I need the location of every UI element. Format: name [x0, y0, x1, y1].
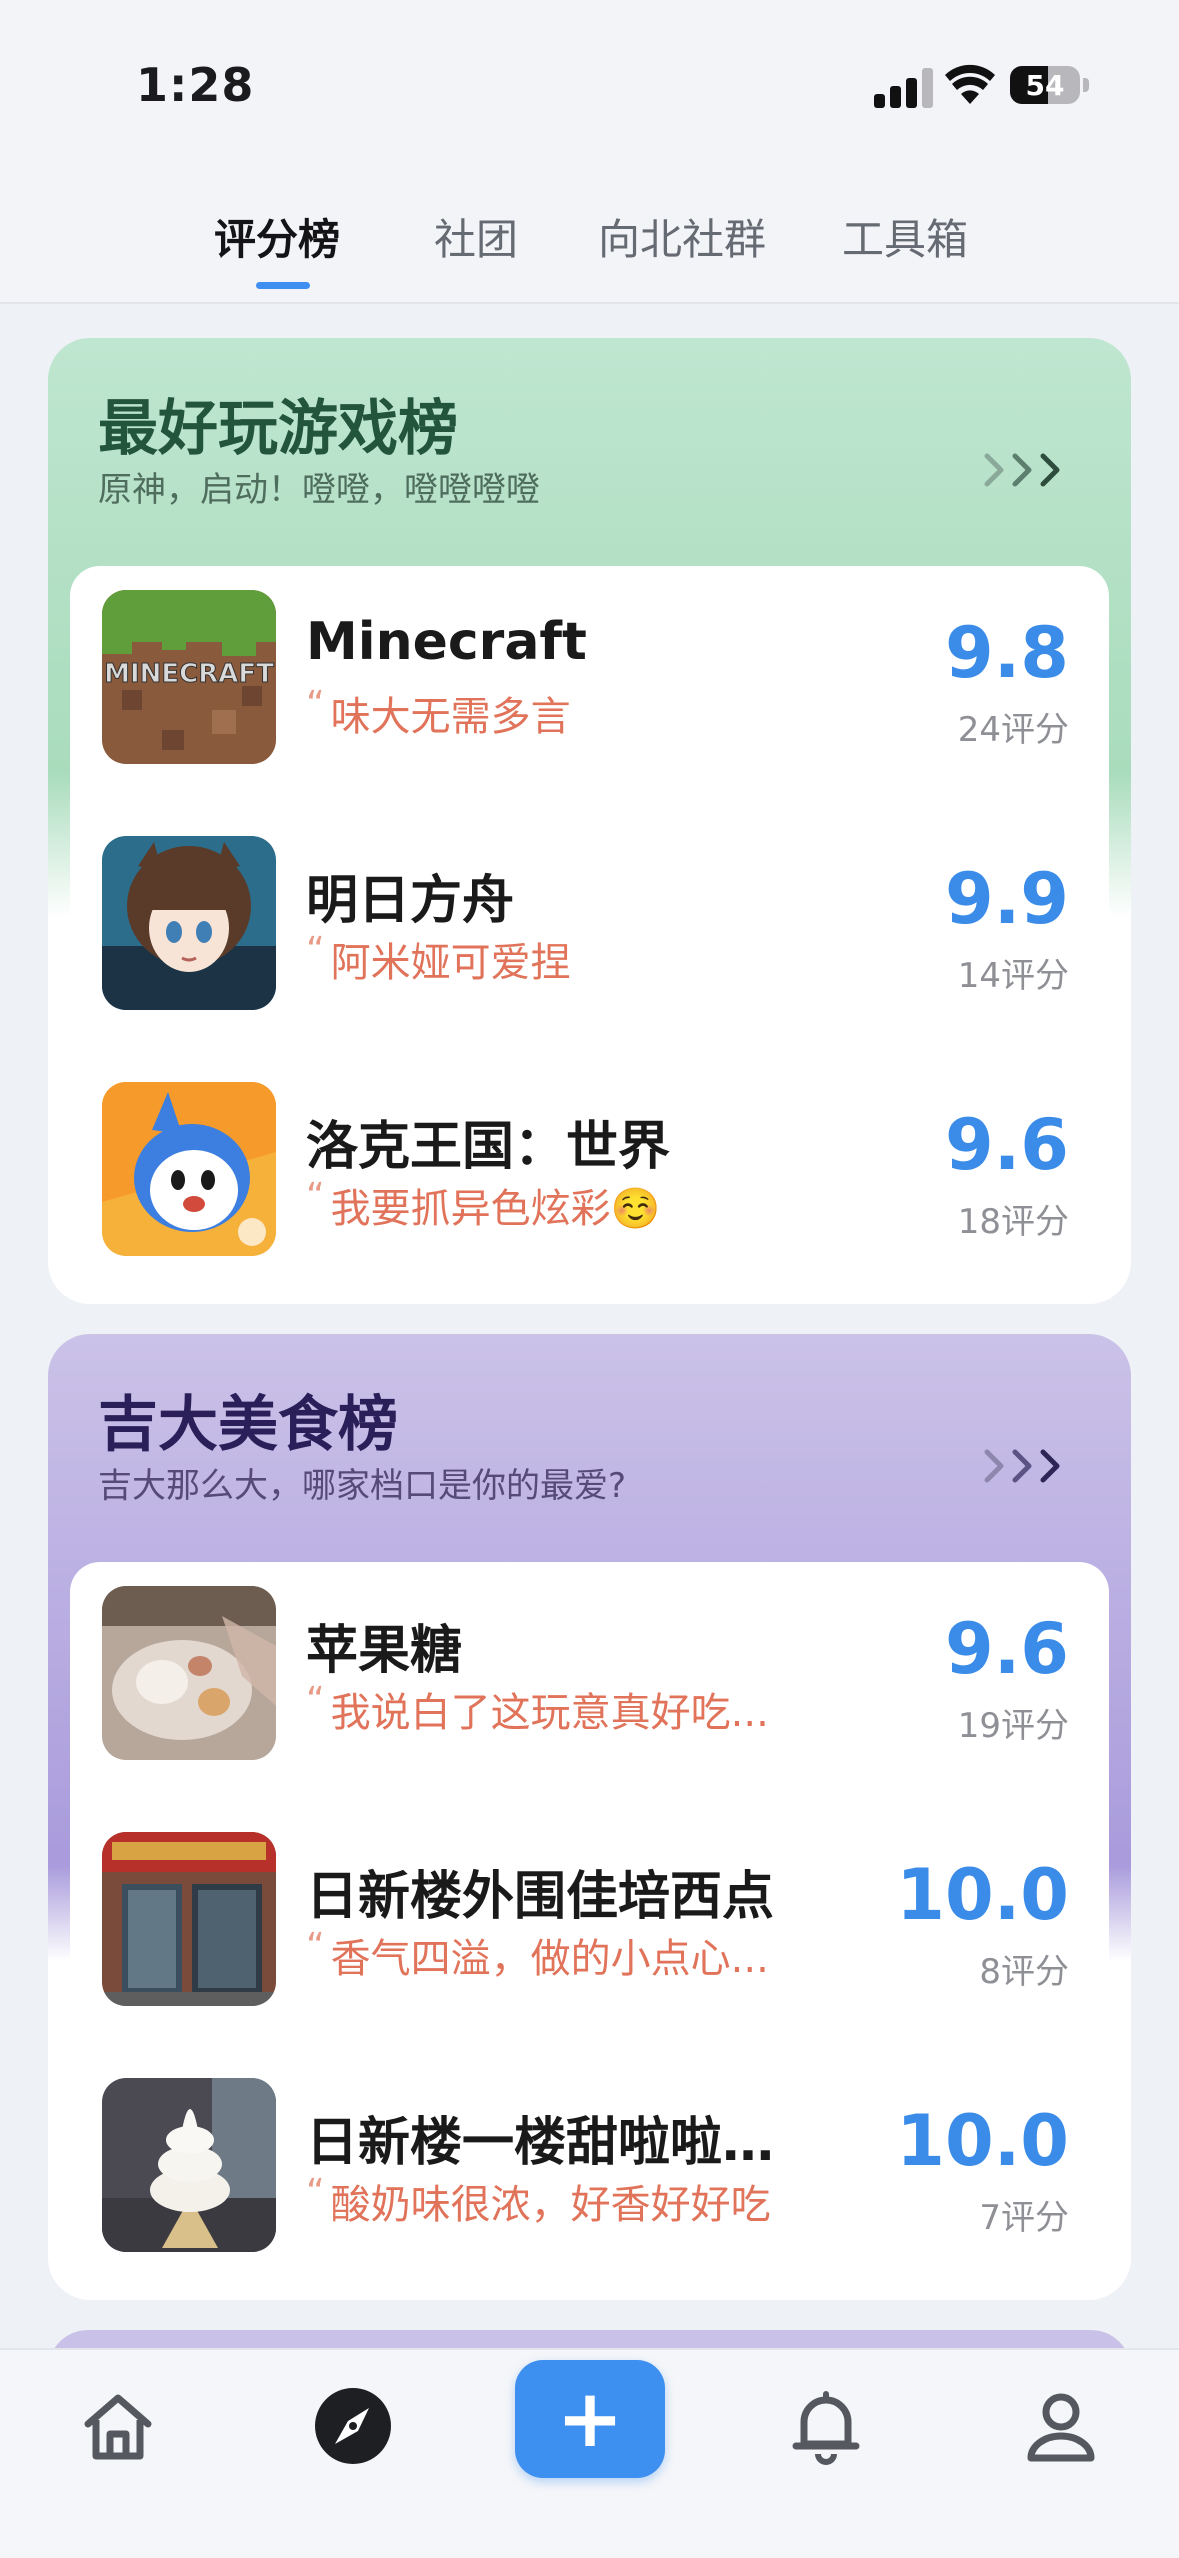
status-time: 1:28 [136, 58, 255, 112]
item-quote: “酸奶味很浓，好香好好吃 [306, 2172, 771, 2230]
item-name: Minecraft [306, 612, 587, 672]
list-item[interactable]: MINECRAFT Minecraft “味大无需多言 9.8 24评分 [70, 566, 1109, 812]
arknights-thumbnail [102, 836, 276, 1010]
quote-icon: “ [306, 1926, 325, 1967]
more-arrows-icon[interactable] [979, 446, 1071, 494]
cellular-signal-icon [874, 66, 936, 108]
item-name: 明日方舟 [306, 871, 515, 931]
item-rating-count: 19评分 [957, 1706, 1069, 1746]
item-score: 9.6 [944, 1608, 1069, 1690]
item-quote-text: 我要抓异色炫彩☺️ [330, 1186, 661, 1232]
battery-icon: 54 [1010, 66, 1080, 104]
top-tabs: 评分榜 社团 向北社群 工具箱 [0, 170, 1179, 304]
list-item[interactable]: 日新楼一楼甜啦啦酸... “酸奶味很浓，好香好好吃 10.0 7评分 [70, 2054, 1109, 2300]
battery-tip [1083, 78, 1089, 92]
list-item[interactable]: 苹果糖 “我说白了这玩意真好吃... 9.6 19评分 [70, 1562, 1109, 1808]
bottom-nav: + [0, 2348, 1179, 2558]
profile-icon[interactable] [1021, 2386, 1101, 2466]
ranking-card-games: 最好玩游戏榜 原神，启动！噔噔，噔噔噔噔 MINECRAFT Minecraft… [48, 338, 1131, 1304]
more-arrows-icon[interactable] [979, 1442, 1071, 1490]
item-score: 9.8 [944, 612, 1069, 694]
status-bar: 1:28 54 [0, 0, 1179, 170]
list-item[interactable]: 日新楼外围佳培西点 “香气四溢，做的小点心... 10.0 8评分 [70, 1808, 1109, 2054]
item-score: 10.0 [896, 2100, 1069, 2182]
item-quote: “阿米娅可爱捏 [306, 930, 571, 988]
item-quote: “味大无需多言 [306, 684, 571, 742]
minecraft-thumbnail: MINECRAFT [102, 590, 276, 764]
item-name: 日新楼一楼甜啦啦酸... [306, 2113, 826, 2173]
item-rating-count: 24评分 [957, 710, 1069, 750]
item-quote-text: 阿米娅可爱捏 [330, 940, 571, 986]
item-quote-text: 我说白了这玩意真好吃... [330, 1690, 769, 1736]
compass-icon[interactable] [313, 2386, 393, 2466]
item-name: 洛克王国：世界 [306, 1117, 671, 1177]
item-rating-count: 14评分 [957, 956, 1069, 996]
candy-apple-thumbnail [102, 1586, 276, 1760]
battery-level: 54 [1025, 69, 1065, 102]
minecraft-logo-text: MINECRAFT [104, 659, 274, 689]
card-subtitle: 原神，启动！噔噔，噔噔噔噔 [98, 470, 540, 510]
card-subtitle: 吉大那么大，哪家档口是你的最爱? [98, 1466, 627, 1506]
plus-icon: + [556, 2372, 624, 2465]
item-name: 日新楼外围佳培西点 [306, 1867, 775, 1927]
item-rating-count: 7评分 [979, 2198, 1069, 2238]
tab-toolbox[interactable]: 工具箱 [842, 206, 968, 267]
bell-icon[interactable] [786, 2386, 866, 2466]
add-post-button[interactable]: + [515, 2360, 665, 2478]
tab-ratings[interactable]: 评分榜 [214, 206, 340, 267]
list-item[interactable]: 明日方舟 “阿米娅可爱捏 9.9 14评分 [70, 812, 1109, 1058]
quote-icon: “ [306, 1680, 325, 1721]
item-quote-text: 香气四溢，做的小点心... [330, 1936, 769, 1982]
item-score: 10.0 [896, 1854, 1069, 1936]
wifi-icon [945, 64, 995, 104]
tab-community[interactable]: 向北社群 [598, 206, 766, 267]
item-quote: “我说白了这玩意真好吃... [306, 1680, 769, 1738]
item-quote-text: 味大无需多言 [330, 694, 571, 740]
bakery-thumbnail [102, 1832, 276, 2006]
item-quote: “我要抓异色炫彩☺️ [306, 1176, 660, 1234]
ranking-list: MINECRAFT Minecraft “味大无需多言 9.8 24评分 明日方… [70, 566, 1109, 1304]
item-quote: “香气四溢，做的小点心... [306, 1926, 769, 1984]
ranking-list: 苹果糖 “我说白了这玩意真好吃... 9.6 19评分 日新楼外围佳培西点 “香 [70, 1562, 1109, 2300]
active-tab-indicator [256, 282, 310, 289]
item-quote-text: 酸奶味很浓，好香好好吃 [330, 2182, 771, 2228]
roco-kingdom-thumbnail [102, 1082, 276, 1256]
tab-clubs[interactable]: 社团 [434, 206, 518, 267]
item-name: 苹果糖 [306, 1621, 463, 1681]
list-item[interactable]: 洛克王国：世界 “我要抓异色炫彩☺️ 9.6 18评分 [70, 1058, 1109, 1304]
quote-icon: “ [306, 1176, 325, 1217]
icecream-thumbnail [102, 2078, 276, 2252]
quote-icon: “ [306, 2172, 325, 2213]
card-title: 吉大美食榜 [98, 1390, 398, 1460]
card-title: 最好玩游戏榜 [98, 394, 458, 464]
item-score: 9.9 [944, 858, 1069, 940]
quote-icon: “ [306, 684, 325, 725]
quote-icon: “ [306, 930, 325, 971]
item-score: 9.6 [944, 1104, 1069, 1186]
item-rating-count: 18评分 [957, 1202, 1069, 1242]
ranking-card-food: 吉大美食榜 吉大那么大，哪家档口是你的最爱? 苹果糖 “我说白了这玩意真好吃..… [48, 1334, 1131, 2300]
item-rating-count: 8评分 [979, 1952, 1069, 1992]
home-icon[interactable] [78, 2386, 158, 2466]
